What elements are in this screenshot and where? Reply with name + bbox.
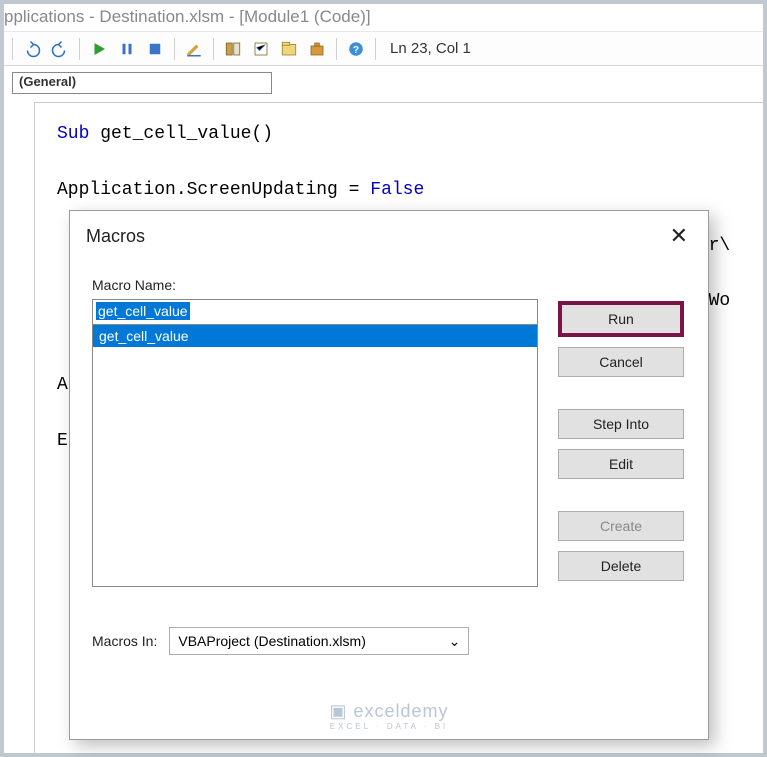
properties-window-button[interactable] <box>248 36 274 62</box>
pause-button[interactable] <box>114 36 140 62</box>
design-mode-button[interactable] <box>181 36 207 62</box>
toolbox-button[interactable] <box>304 36 330 62</box>
delete-button[interactable]: Delete <box>558 551 684 581</box>
window-title: pplications - Destination.xlsm - [Module… <box>4 4 763 32</box>
macro-list[interactable]: get_cell_value <box>92 325 538 587</box>
macros-in-label: Macros In: <box>92 633 157 649</box>
chevron-down-icon: ⌄ <box>449 633 461 650</box>
list-item[interactable]: get_cell_value <box>93 325 537 347</box>
macro-name-label: Macro Name: <box>92 277 538 293</box>
macro-name-input[interactable]: get_cell_value <box>92 299 538 325</box>
toolbar: ? Ln 23, Col 1 <box>4 32 763 66</box>
watermark: ▣ exceldemy EXCEL · DATA · BI <box>329 701 448 731</box>
project-explorer-button[interactable] <box>220 36 246 62</box>
help-button[interactable]: ? <box>343 36 369 62</box>
run-button[interactable] <box>86 36 112 62</box>
cancel-button[interactable]: Cancel <box>558 347 684 377</box>
create-button: Create <box>558 511 684 541</box>
undo-button[interactable] <box>19 36 45 62</box>
macros-in-dropdown[interactable]: VBAProject (Destination.xlsm) ⌄ <box>169 627 469 655</box>
cursor-position: Ln 23, Col 1 <box>390 40 471 57</box>
svg-text:?: ? <box>353 43 359 55</box>
close-icon[interactable]: ✕ <box>664 221 694 251</box>
edit-button[interactable]: Edit <box>558 449 684 479</box>
stop-button[interactable] <box>142 36 168 62</box>
object-browser-button[interactable] <box>276 36 302 62</box>
step-into-button[interactable]: Step Into <box>558 409 684 439</box>
run-button[interactable]: Run <box>558 301 684 337</box>
dialog-title: Macros <box>86 226 145 247</box>
macros-dialog: Macros ✕ Macro Name: get_cell_value get_… <box>69 210 709 740</box>
redo-button[interactable] <box>47 36 73 62</box>
object-dropdown[interactable]: (General) <box>12 72 272 94</box>
